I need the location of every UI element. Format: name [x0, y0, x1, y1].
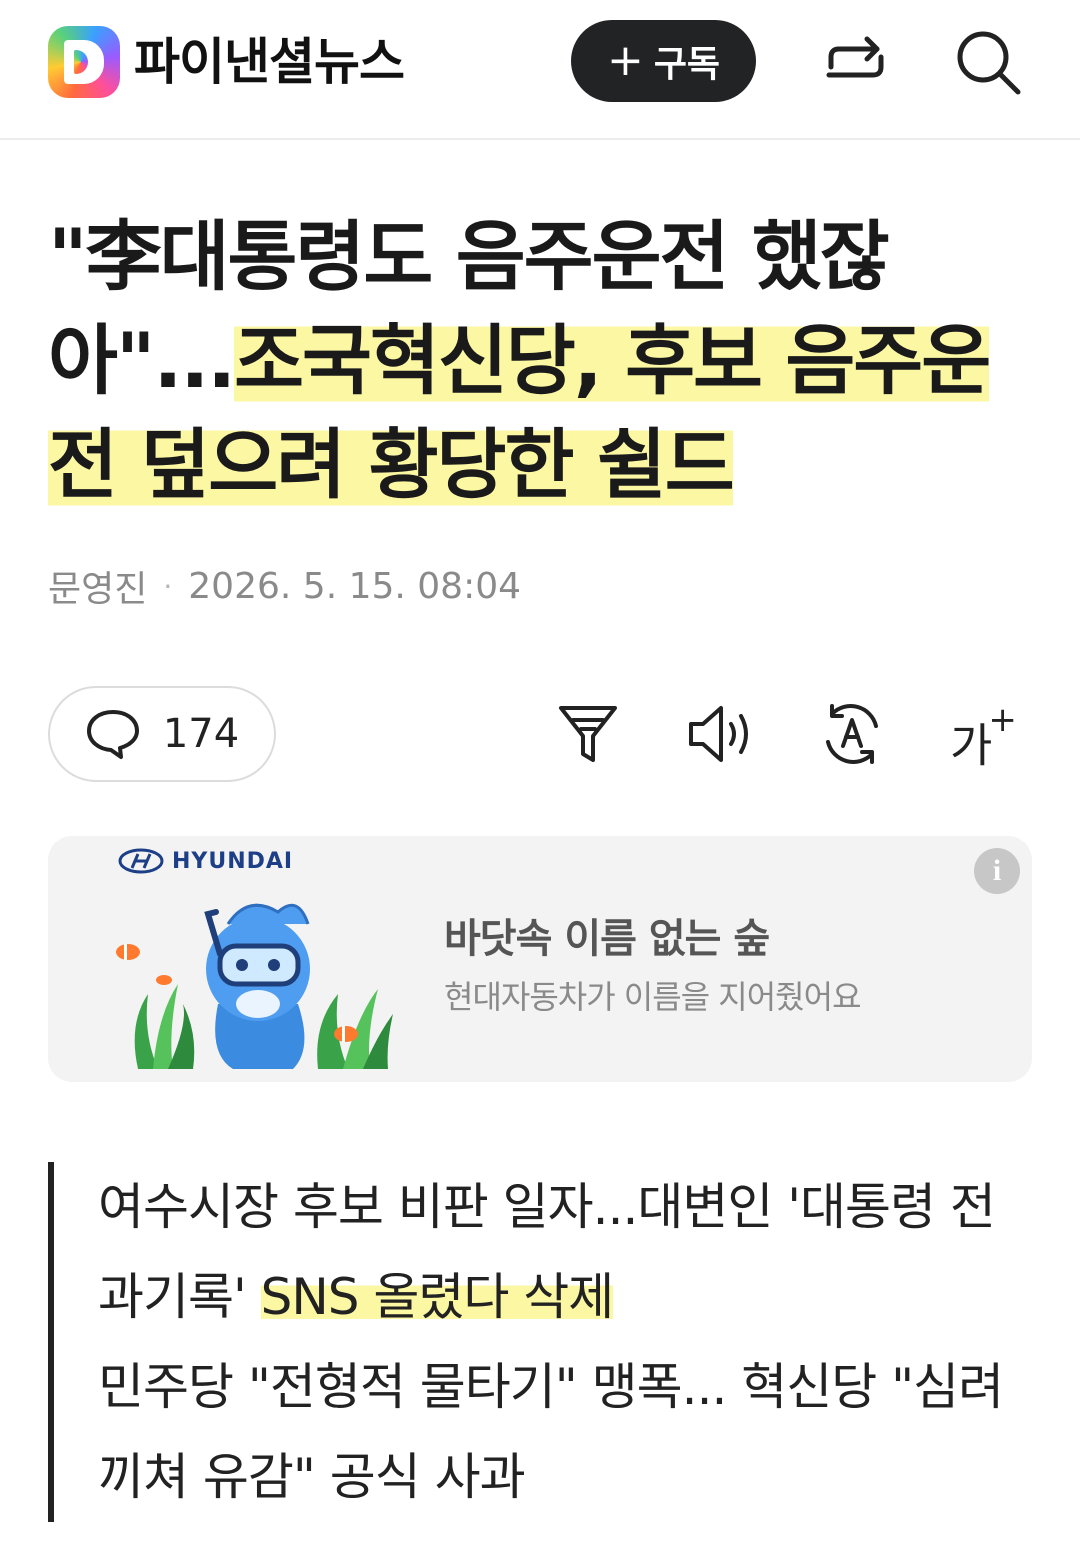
- mascot-illustration: [116, 903, 393, 1069]
- press-name[interactable]: 파이낸셜뉴스: [134, 26, 405, 98]
- ad-title[interactable]: 바닷속 이름 없는 숲: [444, 906, 770, 964]
- translate-icon[interactable]: [816, 698, 888, 770]
- summary-filter-icon[interactable]: [552, 698, 624, 770]
- share-icon[interactable]: [818, 24, 894, 100]
- comment-button[interactable]: 174: [48, 686, 276, 782]
- ad-banner[interactable]: HYUNDAI 바닷속 이름 없는 숲 현대자동차가 이름을 지어줬어요 i: [48, 836, 1032, 1082]
- hyundai-logo-icon: [118, 848, 164, 874]
- publish-datetime: 2026. 5. 15. 08:04: [188, 565, 522, 607]
- summary-item: 여수시장 후보 비판 일자...대변인 '대통령 전과기록' SNS 올렸다 삭…: [98, 1162, 1018, 1342]
- font-size-button[interactable]: 가+: [950, 698, 1017, 781]
- ad-info-icon[interactable]: i: [974, 848, 1020, 894]
- ad-brand: HYUNDAI: [118, 848, 293, 874]
- comment-icon: [86, 710, 139, 759]
- subscribe-label: 구독: [653, 44, 721, 85]
- plus-icon: +: [606, 35, 644, 86]
- ad-brand-name: HYUNDAI: [172, 848, 294, 874]
- byline: 문영진 · 2026. 5. 15. 08:04: [48, 560, 521, 612]
- ad-subtitle[interactable]: 현대자동차가 이름을 지어줬어요: [444, 972, 862, 1018]
- summary-line1-highlight: SNS 올렸다 삭제: [260, 1268, 614, 1326]
- app-header: 파이낸셜뉴스 + 구독: [0, 0, 1080, 140]
- daum-logo-icon[interactable]: [48, 26, 120, 98]
- subscribe-button[interactable]: + 구독: [571, 20, 756, 102]
- search-icon[interactable]: [950, 24, 1026, 100]
- speaker-icon[interactable]: [684, 698, 756, 770]
- byline-separator: ·: [163, 569, 173, 603]
- summary-item: 민주당 "전형적 물타기" 맹폭... 혁신당 "심려 끼쳐 유감" 공식 사과: [98, 1358, 1004, 1506]
- article-headline: "李대통령도 음주운전 했잖아"...조국혁신당, 후보 음주운전 덮으려 황당…: [48, 205, 1008, 517]
- author-name[interactable]: 문영진: [48, 560, 147, 612]
- article-summary: 여수시장 후보 비판 일자...대변인 '대통령 전과기록' SNS 올렸다 삭…: [48, 1162, 1018, 1522]
- font-size-plus: +: [988, 700, 1017, 740]
- comment-count: 174: [162, 711, 240, 757]
- font-size-label: 가: [950, 718, 993, 773]
